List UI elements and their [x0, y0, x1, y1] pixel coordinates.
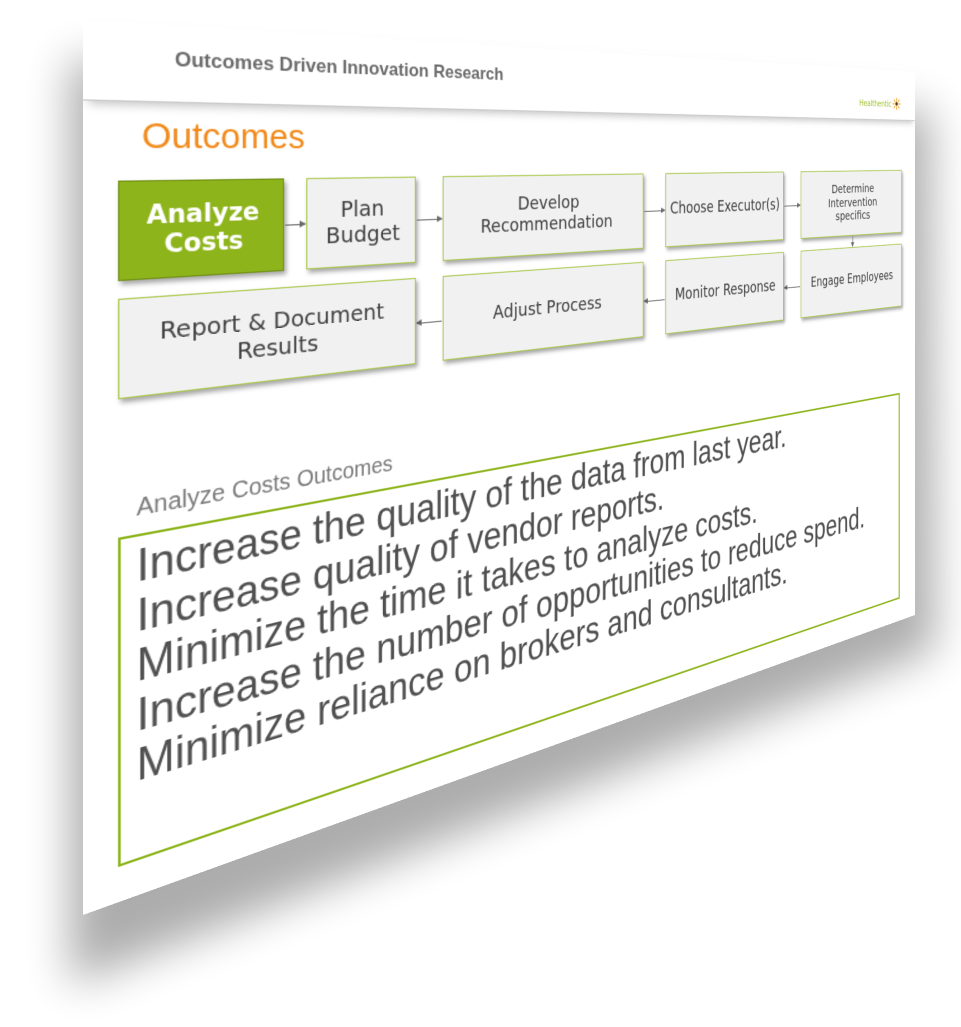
step-label: Monitor Response [674, 277, 776, 305]
step-label: Determine Intervention specifics [828, 182, 878, 224]
step-label: Report & Document Results [159, 297, 385, 366]
step-label: Engage Employees [810, 267, 893, 291]
flow-arrow [644, 210, 665, 212]
step-choose-executors[interactable]: Choose Executor(s) [665, 171, 784, 248]
flow-arrow [644, 299, 665, 303]
step-report-document-results[interactable]: Report & Document Results [118, 277, 416, 400]
step-analyze-costs[interactable]: Analyze Costs [118, 178, 285, 282]
step-label: Develop Recommendation [480, 192, 613, 238]
step-monitor-response[interactable]: Monitor Response [665, 251, 784, 335]
step-determine-intervention[interactable]: Determine Intervention specifics [800, 169, 902, 239]
step-label: Analyze Costs [146, 197, 260, 259]
slide-header: Outcomes Driven Innovation Research Heal… [83, 20, 916, 121]
logo-text: Healthentic [859, 97, 892, 109]
presentation-slide: Outcomes Driven Innovation Research Heal… [83, 20, 916, 915]
healthentic-logo: Healthentic [859, 96, 901, 110]
flow-arrow [852, 236, 854, 247]
step-label: Plan Budget [325, 194, 401, 250]
flow-arrow [416, 320, 442, 325]
flow-arrow [416, 218, 442, 221]
step-label: Choose Executor(s) [669, 196, 780, 219]
step-label: Adjust Process [493, 292, 602, 324]
sunflower-icon [892, 97, 900, 110]
slide-stage: Outcomes Driven Innovation Research Heal… [0, 0, 961, 1027]
step-adjust-process[interactable]: Adjust Process [442, 261, 644, 361]
flow-arrow [285, 223, 306, 226]
step-develop-recommendation[interactable]: Develop Recommendation [442, 173, 644, 262]
flow-arrow [784, 286, 801, 289]
header-title: Outcomes Driven Innovation Research [174, 47, 504, 85]
page-title: Outcomes [141, 115, 305, 157]
step-engage-employees[interactable]: Engage Employees [800, 243, 902, 319]
step-plan-budget[interactable]: Plan Budget [306, 176, 416, 270]
flow-arrow [784, 205, 801, 207]
